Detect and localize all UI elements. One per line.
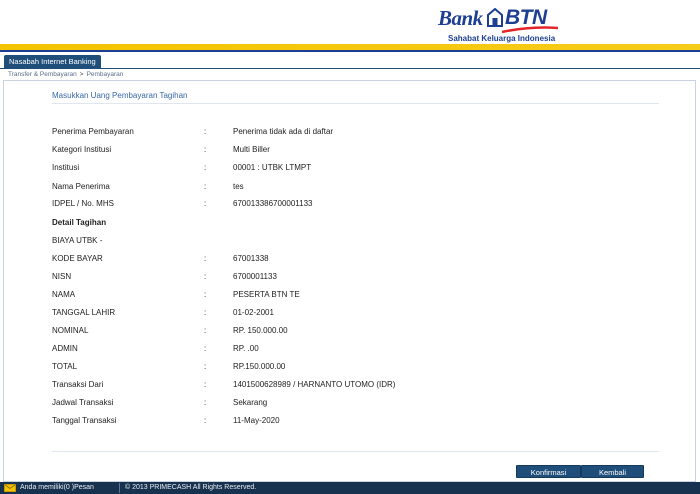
bank-btn-logo[interactable]: Bank BTN Sahabat Keluarga Indonesia [438, 6, 562, 46]
title-divider [52, 103, 659, 104]
mail-icon [4, 484, 16, 492]
detail-colon: : [204, 199, 207, 208]
detail-colon: : [204, 290, 207, 299]
detail-value: 11-May-2020 [233, 416, 280, 425]
detail-row: Kategori Institusi: Multi Biller [52, 144, 652, 156]
detail-label: TOTAL [52, 362, 78, 371]
detail-value: 1401500628989 / HARNANTO UTOMO (IDR) [233, 380, 396, 389]
status-divider [119, 483, 120, 493]
detail-value: 67001338 [233, 254, 269, 263]
detail-row: Transaksi Dari: 1401500628989 / HARNANTO … [52, 379, 652, 391]
back-button[interactable]: Kembali [581, 465, 644, 478]
detail-colon: : [204, 272, 207, 281]
detail-colon: : [204, 326, 207, 335]
detail-row: ADMIN: RP. .00 [52, 343, 652, 355]
detail-row: KODE BAYAR: 67001338 [52, 253, 652, 265]
logo-tagline: Sahabat Keluarga Indonesia [448, 34, 556, 43]
detail-colon: : [204, 308, 207, 317]
tab-nasabah-internet-banking[interactable]: Nasabah Internet Banking [4, 55, 101, 68]
detail-label: Transaksi Dari [52, 380, 104, 389]
detail-label: Detail Tagihan [52, 218, 107, 227]
bottom-divider [52, 451, 659, 452]
detail-row: TOTAL: RP.150.000.00 [52, 361, 652, 373]
detail-label: IDPEL / No. MHS [52, 199, 114, 208]
detail-value: 00001 : UTBK LTMPT [233, 163, 312, 172]
detail-value: RP. 150.000.00 [233, 326, 288, 335]
detail-row: NAMA: PESERTA BTN TE [52, 289, 652, 301]
detail-label: NOMINAL [52, 326, 89, 335]
detail-colon: : [204, 182, 207, 191]
detail-value: 01-02-2001 [233, 308, 274, 317]
detail-value: Penerima tidak ada di daftar [233, 127, 334, 136]
house-logo-icon [487, 8, 503, 27]
detail-row: TANGGAL LAHIR: 01-02-2001 [52, 307, 652, 319]
detail-label: Nama Penerima [52, 182, 110, 191]
detail-colon: : [204, 344, 207, 353]
confirm-button[interactable]: Konfirmasi [516, 465, 581, 478]
detail-row: Detail Tagihan [52, 217, 652, 229]
detail-value: 6700001133 [233, 272, 277, 281]
detail-value: RP. .00 [233, 344, 259, 353]
detail-colon: : [204, 145, 207, 154]
status-bar: Anda memiliki(0 )Pesan © 2013 PRIMECASH … [0, 482, 700, 494]
detail-label: TANGGAL LAHIR [52, 308, 116, 317]
tab-rule [0, 68, 700, 69]
header-blue-line [0, 50, 700, 52]
detail-value: Multi Biller [233, 145, 270, 154]
logo-bank-text: Bank [438, 6, 483, 30]
page-title: Masukkan Uang Pembayaran Tagihan [52, 91, 188, 100]
detail-row: Tanggal Transaksi: 11-May-2020 [52, 415, 652, 427]
detail-row: BIAYA UTBK - [52, 235, 652, 247]
breadcrumb-item-pembayaran: Pembayaran [86, 71, 124, 78]
breadcrumb: Transfer & Pembayaran > Pembayaran [8, 71, 123, 78]
detail-colon: : [204, 163, 207, 172]
detail-label: BIAYA UTBK - [52, 236, 103, 245]
detail-value: Sekarang [233, 398, 268, 407]
detail-label: ADMIN [52, 344, 78, 353]
detail-colon: : [204, 127, 207, 136]
breadcrumb-separator: > [79, 71, 84, 78]
detail-label: KODE BAYAR [52, 254, 103, 263]
detail-row: Penerima Pembayaran: Penerima tidak ada d… [52, 126, 652, 138]
detail-value: 670013386700001133 [233, 199, 313, 208]
detail-colon: : [204, 416, 207, 425]
detail-label: Institusi [52, 163, 80, 172]
logo-swoosh-icon [501, 26, 559, 34]
detail-colon: : [204, 254, 207, 263]
breadcrumb-item-transfer[interactable]: Transfer & Pembayaran [8, 71, 77, 78]
detail-row: Jadwal Transaksi: Sekarang [52, 397, 652, 409]
detail-row: NISN: 6700001133 [52, 271, 652, 283]
messages-count-text: Anda memiliki(0 )Pesan [20, 484, 94, 491]
detail-label: Jadwal Transaksi [52, 398, 114, 407]
detail-label: NAMA [52, 290, 76, 299]
detail-label: NISN [52, 272, 72, 281]
detail-label: Kategori Institusi [52, 145, 112, 154]
detail-value: PESERTA BTN TE [233, 290, 300, 299]
detail-value: RP.150.000.00 [233, 362, 286, 371]
detail-colon: : [204, 362, 207, 371]
messages-indicator[interactable]: Anda memiliki(0 )Pesan [4, 482, 94, 494]
detail-value: tes [233, 182, 244, 191]
detail-row: NOMINAL: RP. 150.000.00 [52, 325, 652, 337]
detail-label: Penerima Pembayaran [52, 127, 134, 136]
copyright-text: © 2013 PRIMECASH All Rights Reserved. [125, 484, 257, 491]
detail-row: Nama Penerima: tes [52, 181, 652, 193]
detail-colon: : [204, 398, 207, 407]
detail-colon: : [204, 380, 207, 389]
detail-label: Tanggal Transaksi [52, 416, 117, 425]
detail-row: IDPEL / No. MHS: 670013386700001133 [52, 198, 652, 210]
detail-row: Institusi: 00001 : UTBK LTMPT [52, 162, 652, 174]
